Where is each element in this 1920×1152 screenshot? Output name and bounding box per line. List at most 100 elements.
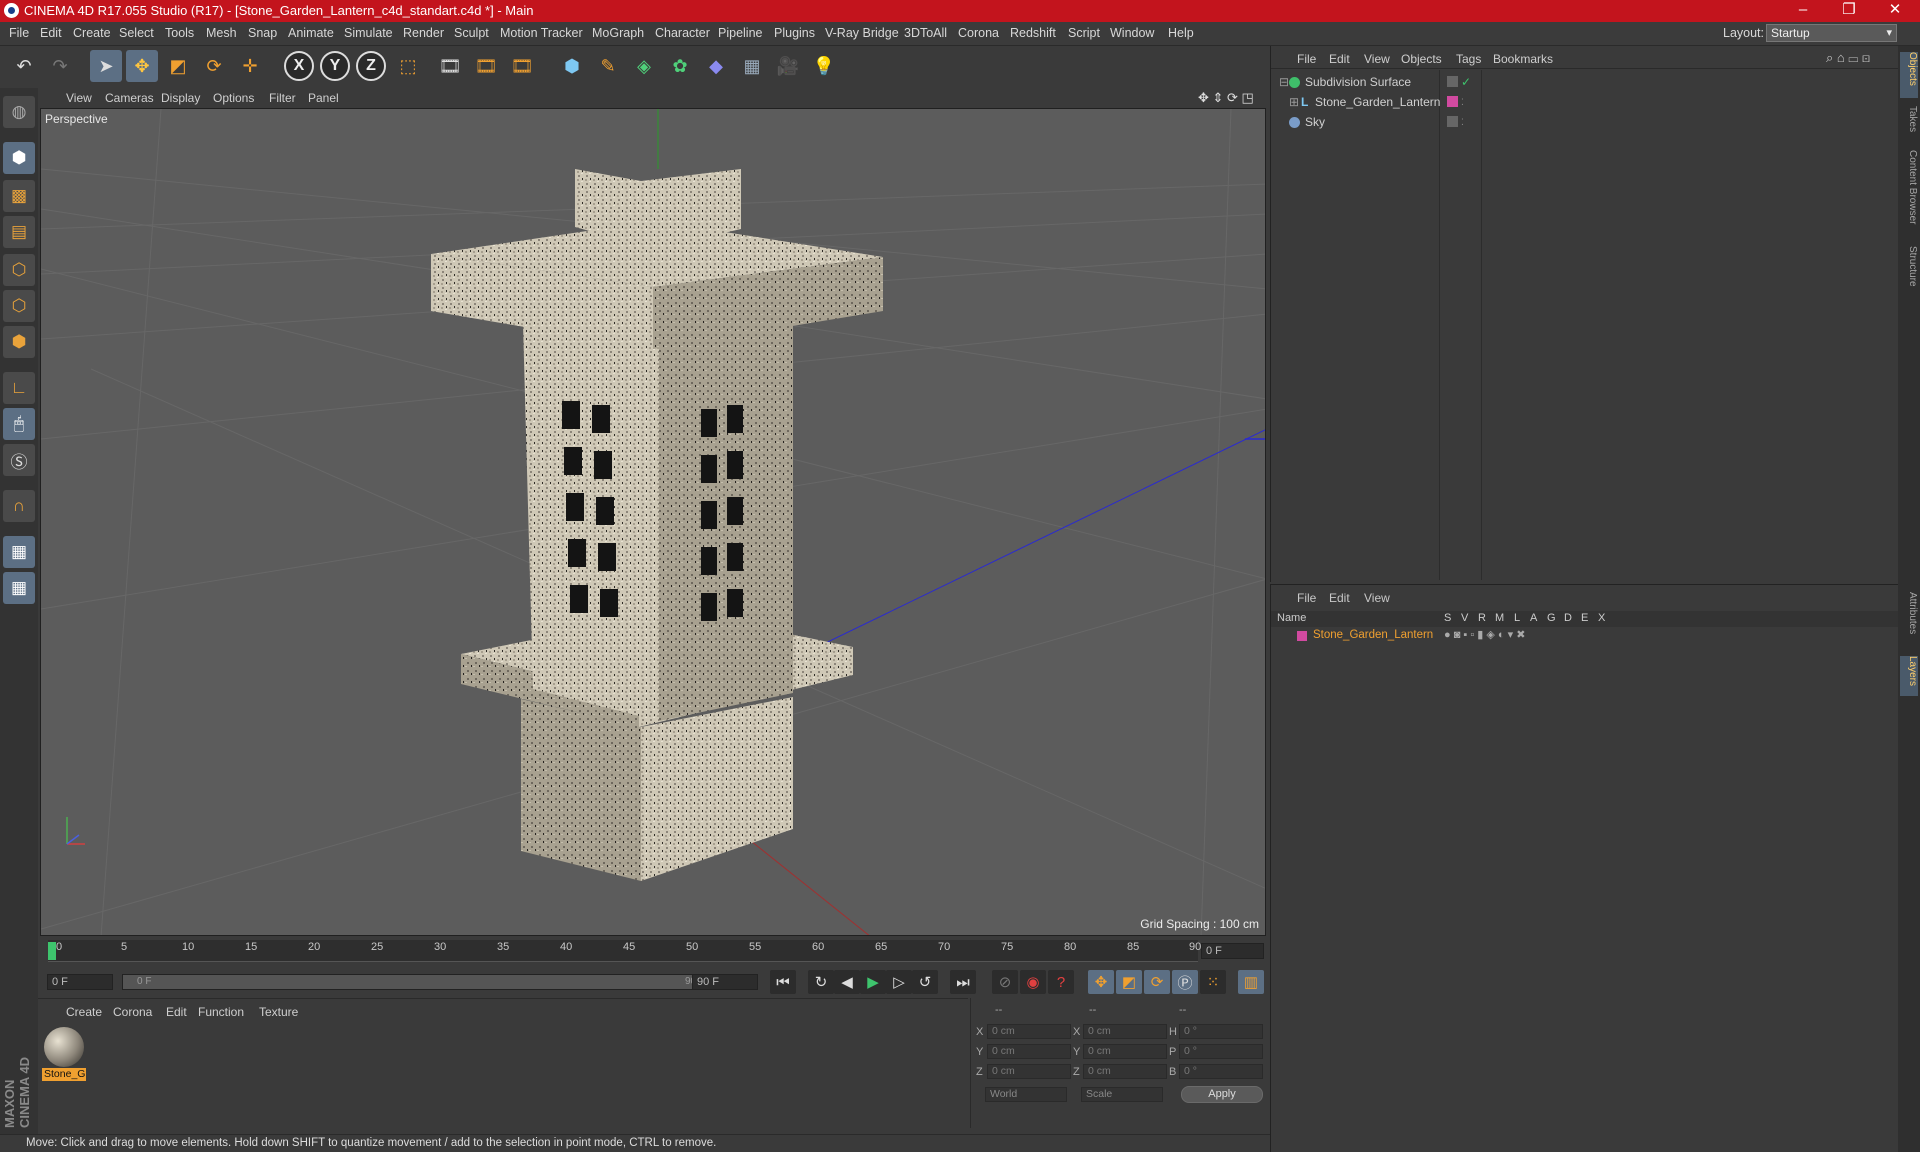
coordinate-mode-dropdown[interactable]: World — [985, 1087, 1067, 1102]
object-row-sky[interactable]: Sky ⁚ — [1275, 113, 1895, 131]
object-menu-view[interactable]: View — [1364, 52, 1390, 66]
next-key-icon[interactable]: ↺ — [912, 970, 938, 994]
rotate-tool-icon[interactable]: ⟳ — [198, 50, 230, 82]
position-x-field[interactable]: 0 cm — [987, 1024, 1071, 1039]
material-swatch[interactable]: Stone_G — [42, 1025, 86, 1081]
timeline-window-icon[interactable]: ▥ — [1238, 970, 1264, 994]
menu-window[interactable]: Window — [1110, 26, 1154, 40]
playhead[interactable] — [48, 942, 56, 960]
edges-mode-icon[interactable]: ⬡ — [3, 290, 35, 322]
layout-dropdown[interactable]: Startup — [1766, 24, 1897, 42]
menu-file[interactable]: File — [9, 26, 29, 40]
menu-mograph[interactable]: MoGraph — [592, 26, 644, 40]
layer-color-swatch[interactable] — [1297, 631, 1307, 641]
record-parameter-icon[interactable]: Ⓟ — [1172, 970, 1198, 994]
layer-flag-icons[interactable]: ● ◙ ▪ ▫ ▮ ◈ ◐ ▾ ✖ — [1444, 628, 1525, 641]
menu-edit[interactable]: Edit — [40, 26, 62, 40]
menu-simulate[interactable]: Simulate — [344, 26, 393, 40]
model-mode-icon[interactable]: ⬢ — [3, 142, 35, 174]
floor-icon[interactable]: ▦ — [736, 50, 768, 82]
axis-mode-icon[interactable]: ∟ — [3, 372, 35, 404]
position-y-field[interactable]: 0 cm — [987, 1044, 1071, 1059]
redo-icon[interactable]: ↷ — [44, 50, 76, 82]
polygons-mode-icon[interactable]: ⬢ — [3, 326, 35, 358]
snap-icon[interactable]: Ⓢ — [3, 444, 35, 476]
end-frame-field[interactable]: 90 F — [692, 974, 758, 990]
scale-mode-dropdown[interactable]: Scale — [1081, 1087, 1163, 1102]
viewport-menu-options[interactable]: Options — [213, 91, 254, 105]
enabled-check-icon[interactable]: ✓ — [1461, 73, 1471, 91]
column-name[interactable]: Name — [1277, 612, 1306, 624]
record-active-icon[interactable]: ◉ — [1020, 970, 1046, 994]
layer-tag-icon[interactable] — [1447, 116, 1458, 127]
workplane-mode-icon[interactable]: ▤ — [3, 216, 35, 248]
menu-plugins[interactable]: Plugins — [774, 26, 815, 40]
scale-tool-icon[interactable]: ◩ — [162, 50, 194, 82]
play-icon[interactable]: ▶ — [860, 970, 886, 994]
tab-takes[interactable]: Takes — [1900, 106, 1918, 140]
column-a[interactable]: A — [1530, 612, 1537, 624]
frame-range-slider[interactable]: 0 F 90 F — [122, 974, 722, 990]
object-menu-edit[interactable]: Edit — [1329, 52, 1350, 66]
column-x[interactable]: X — [1598, 612, 1605, 624]
record-rotation-icon[interactable]: ⟳ — [1144, 970, 1170, 994]
menu-create[interactable]: Create — [73, 26, 111, 40]
spline-pen-icon[interactable]: ✎ — [592, 50, 624, 82]
planar-workplane-icon[interactable]: ▦ — [3, 572, 35, 604]
current-frame-field[interactable]: 0 F — [1201, 943, 1264, 959]
viewport-menu-view[interactable]: View — [66, 91, 92, 105]
move-tool-icon[interactable]: ✥ — [126, 50, 158, 82]
menu-sculpt[interactable]: Sculpt — [454, 26, 489, 40]
magnet-icon[interactable]: ∩ — [3, 490, 35, 522]
viewport-menu-display[interactable]: Display — [161, 91, 200, 105]
rotation-h-field[interactable]: 0 ° — [1179, 1024, 1263, 1039]
tab-layers[interactable]: Layers — [1900, 656, 1918, 696]
go-to-start-icon[interactable]: ⏮ — [770, 970, 796, 994]
next-frame-icon[interactable]: ▷ — [886, 970, 912, 994]
menu-mesh[interactable]: Mesh — [206, 26, 237, 40]
y-axis-lock-icon[interactable]: Y — [320, 51, 350, 81]
menu-corona[interactable]: Corona — [958, 26, 999, 40]
column-m[interactable]: M — [1495, 612, 1504, 624]
apply-button[interactable]: Apply — [1181, 1086, 1263, 1103]
cube-primitive-icon[interactable]: ⬢ — [556, 50, 588, 82]
material-menu-edit[interactable]: Edit — [166, 1005, 187, 1019]
light-icon[interactable]: 💡 — [808, 50, 840, 82]
tab-content-browser[interactable]: Content Browser — [1900, 150, 1918, 240]
autokeying-icon[interactable]: ? — [1048, 970, 1074, 994]
go-to-end-icon[interactable]: ⏭ — [950, 970, 976, 994]
tab-attributes[interactable]: Attributes — [1900, 592, 1918, 650]
viewport-menu-panel[interactable]: Panel — [308, 91, 339, 105]
record-position-icon[interactable]: ✥ — [1088, 970, 1114, 994]
visibility-dots-icon[interactable]: ⁚ — [1461, 113, 1464, 131]
tab-objects[interactable]: Objects — [1900, 52, 1918, 98]
x-axis-lock-icon[interactable]: X — [284, 51, 314, 81]
timeline-track[interactable]: 0 5 10 15 20 25 30 35 40 45 50 55 60 65 … — [48, 940, 1201, 962]
object-menu-tags[interactable]: Tags — [1456, 52, 1481, 66]
menu-redshift[interactable]: Redshift — [1010, 26, 1056, 40]
menu-snap[interactable]: Snap — [248, 26, 277, 40]
object-search-icon[interactable]: ⌕ ⌂ ▭ ⊡ — [1826, 50, 1870, 66]
object-menu-file[interactable]: File — [1297, 52, 1316, 66]
rotation-p-field[interactable]: 0 ° — [1179, 1044, 1263, 1059]
menu-character[interactable]: Character — [655, 26, 710, 40]
menu-motion-tracker[interactable]: Motion Tracker — [500, 26, 583, 40]
layer-row[interactable]: Stone_Garden_Lantern ● ◙ ▪ ▫ ▮ ◈ ◐ ▾ ✖ — [1271, 628, 1899, 644]
minimize-icon[interactable]: – — [1780, 0, 1826, 22]
viewport-menu-filter[interactable]: Filter — [269, 91, 296, 105]
material-menu-corona[interactable]: Corona — [113, 1005, 152, 1019]
layer-menu-edit[interactable]: Edit — [1329, 591, 1350, 605]
material-menu-texture[interactable]: Texture — [259, 1005, 298, 1019]
size-x-field[interactable]: 0 cm — [1083, 1024, 1167, 1039]
render-view-icon[interactable]: 🎞 — [434, 50, 466, 82]
visibility-dots-icon[interactable]: ⁚ — [1461, 93, 1464, 111]
object-menu-objects[interactable]: Objects — [1401, 52, 1442, 66]
size-z-field[interactable]: 0 cm — [1083, 1064, 1167, 1079]
layer-menu-file[interactable]: File — [1297, 591, 1316, 605]
material-menu-create[interactable]: Create — [66, 1005, 102, 1019]
timeline-ruler[interactable]: 0 5 10 15 20 25 30 35 40 45 50 55 60 65 … — [38, 938, 1266, 964]
size-y-field[interactable]: 0 cm — [1083, 1044, 1167, 1059]
previous-key-icon[interactable]: ↻ — [808, 970, 834, 994]
expand-icon[interactable]: ⊟ — [1279, 73, 1289, 91]
menu-animate[interactable]: Animate — [288, 26, 334, 40]
